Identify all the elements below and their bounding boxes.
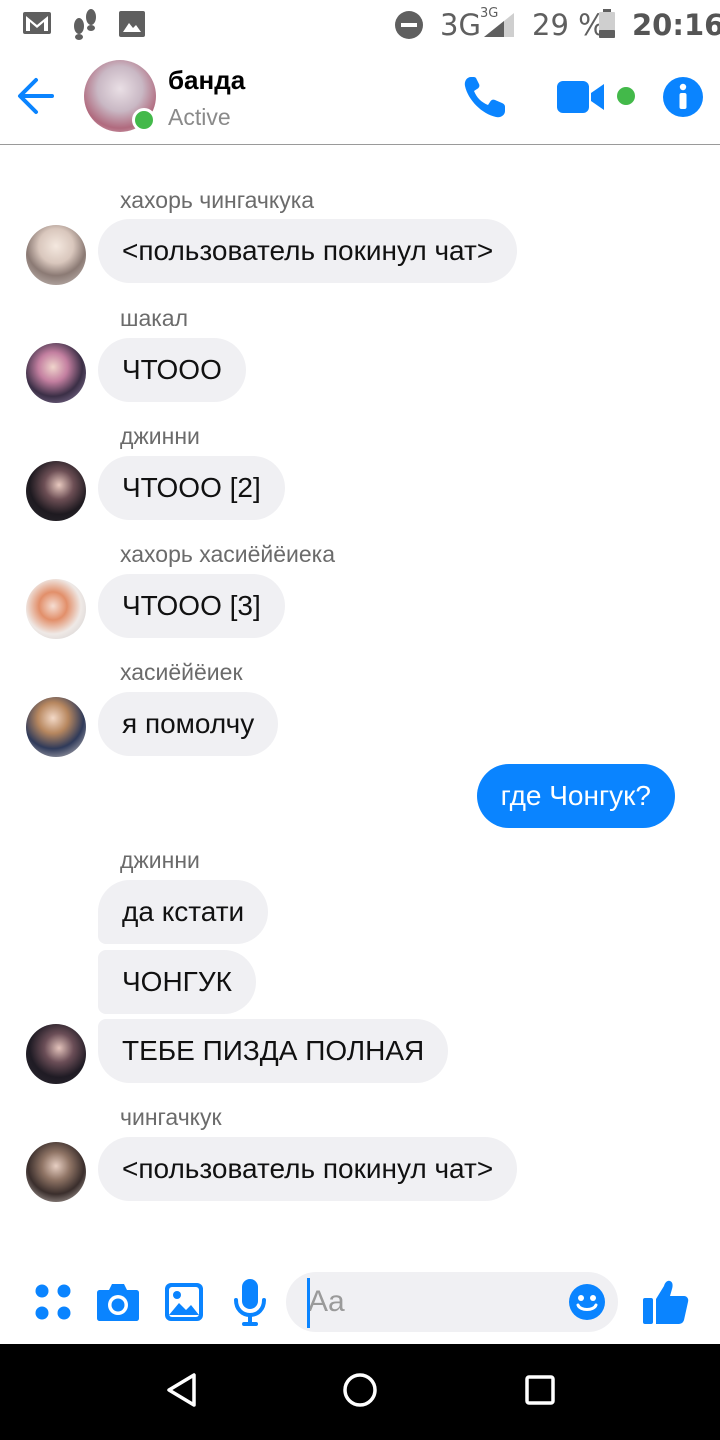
message-list[interactable]: хахорь чингачкука <пользователь покинул … xyxy=(0,146,720,1266)
sender-name: хасиёйёиек xyxy=(120,659,243,685)
video-active-dot xyxy=(617,87,635,105)
message-bubble[interactable]: ЧОНГУК xyxy=(98,950,256,1014)
system-navigation-bar xyxy=(0,1344,720,1440)
message-bubble[interactable]: ЧТООО xyxy=(98,338,246,402)
chat-title[interactable]: банда xyxy=(168,65,245,96)
emoji-icon[interactable] xyxy=(568,1283,606,1321)
sender-name: шакал xyxy=(120,305,189,331)
chat-header: банда Active xyxy=(0,50,720,145)
network-type: 3G xyxy=(440,8,481,42)
camera-icon[interactable] xyxy=(96,1282,140,1322)
gmail-icon xyxy=(23,12,51,34)
clock: 20:16 xyxy=(632,8,720,42)
avatar[interactable] xyxy=(26,343,86,403)
phone-call-icon[interactable] xyxy=(462,74,508,120)
text-caret xyxy=(307,1278,310,1328)
do-not-disturb-icon xyxy=(395,11,423,39)
sender-name: джинни xyxy=(120,847,200,873)
image-notification-icon xyxy=(119,11,145,37)
more-apps-icon[interactable] xyxy=(34,1283,72,1321)
sender-name: джинни xyxy=(120,423,200,449)
avatar[interactable] xyxy=(26,697,86,757)
avatar[interactable] xyxy=(26,225,86,285)
outgoing-message-bubble[interactable]: где Чонгук? xyxy=(476,764,675,828)
sender-name: хахорь чингачкука xyxy=(120,187,315,213)
message-bubble[interactable]: я помолчу xyxy=(98,692,279,756)
video-call-icon[interactable] xyxy=(556,80,606,114)
composer-bar xyxy=(0,1266,720,1344)
avatar[interactable] xyxy=(26,1142,86,1202)
sender-name: хахорь хасиёйёиека xyxy=(120,541,336,567)
message-bubble[interactable]: <пользователь покинул чат> xyxy=(98,219,518,283)
message-bubble[interactable]: ЧТООО [3] xyxy=(98,574,285,638)
nav-recents-icon[interactable] xyxy=(522,1370,558,1410)
nav-home-icon[interactable] xyxy=(340,1370,380,1410)
avatar[interactable] xyxy=(26,579,86,639)
message-bubble[interactable]: да кстати xyxy=(98,880,269,944)
battery-icon xyxy=(599,9,615,38)
battery-percent: 29 % xyxy=(532,8,606,42)
avatar[interactable] xyxy=(26,1024,86,1084)
status-bar: 3G 3G 29 % 20:16 xyxy=(0,0,720,50)
message-bubble[interactable]: <пользователь покинул чат> xyxy=(98,1137,518,1201)
gallery-icon[interactable] xyxy=(164,1282,204,1322)
footsteps-icon xyxy=(74,9,96,40)
online-indicator xyxy=(132,108,156,132)
signal-icon xyxy=(484,13,514,37)
avatar[interactable] xyxy=(26,461,86,521)
chat-status: Active xyxy=(168,104,231,130)
message-bubble[interactable]: ЧТООО [2] xyxy=(98,456,285,520)
back-arrow-icon[interactable] xyxy=(16,74,56,118)
microphone-icon[interactable] xyxy=(232,1278,268,1326)
like-thumbs-up-icon[interactable] xyxy=(642,1278,690,1326)
info-icon[interactable] xyxy=(662,76,704,118)
sender-name: чингачкук xyxy=(120,1104,222,1130)
message-bubble[interactable]: ТЕБЕ ПИЗДА ПОЛНАЯ xyxy=(98,1019,449,1083)
nav-back-icon[interactable] xyxy=(164,1370,200,1410)
